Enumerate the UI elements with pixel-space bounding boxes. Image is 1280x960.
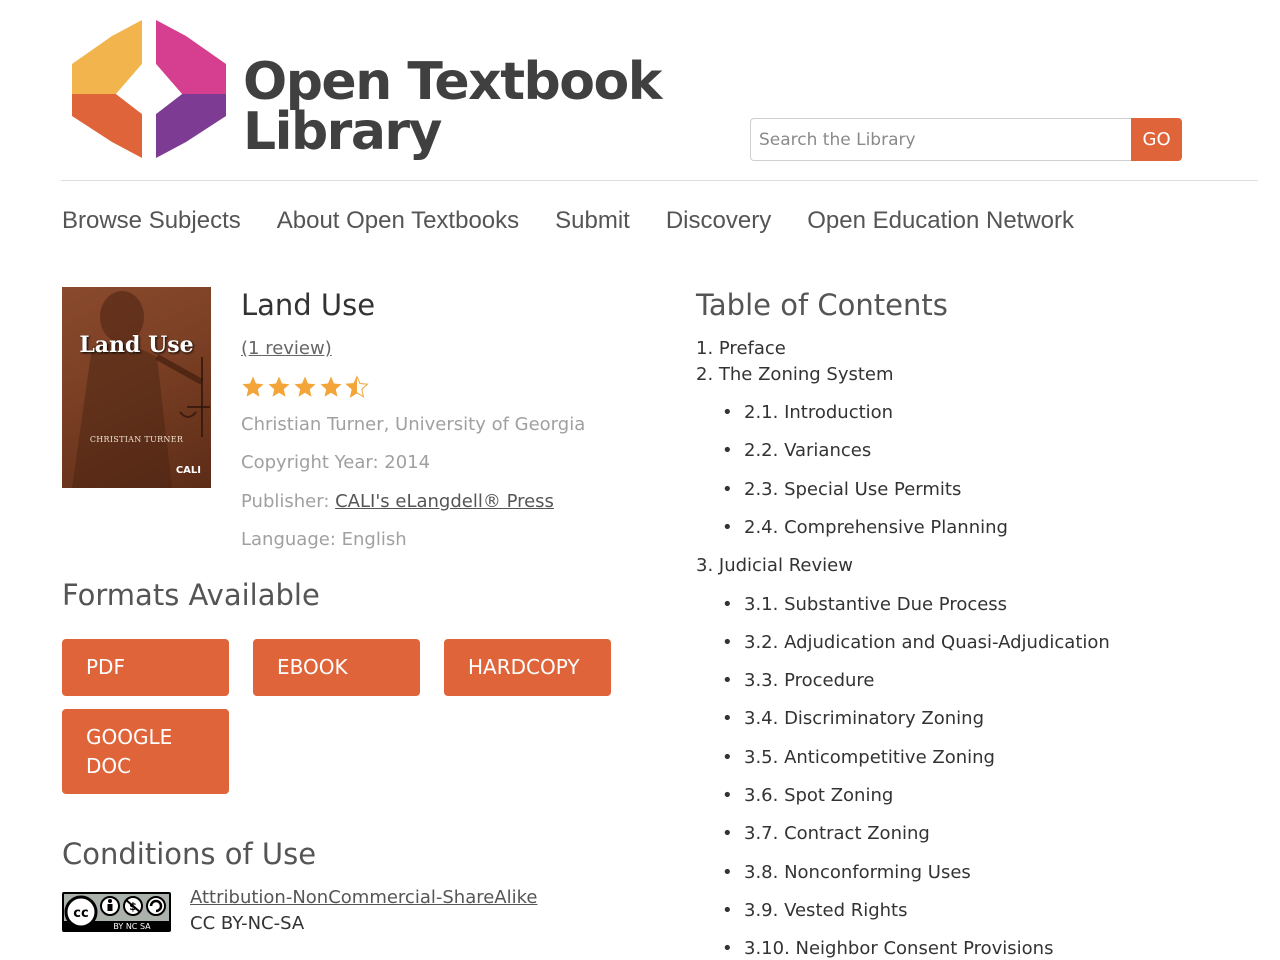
cc-badge-label: BY NC SA <box>113 922 151 931</box>
toc-subitem[interactable]: • 3.6. Spot Zoning <box>722 785 893 806</box>
toc-heading: Table of Contents <box>696 288 948 322</box>
toc-subitem[interactable]: • 2.3. Special Use Permits <box>722 479 961 500</box>
cover-author: CHRISTIAN TURNER <box>89 435 184 444</box>
logo-text: Open Textbook Library <box>243 52 662 162</box>
toc-subitem[interactable]: • 3.1. Substantive Due Process <box>722 594 1007 615</box>
toc-subitem-label: 2.1. Introduction <box>744 402 894 423</box>
toc-subitem-label: 2.3. Special Use Permits <box>744 479 962 500</box>
cover-publisher-logo: CALI <box>175 465 201 476</box>
toc-subitem-label: 3.8. Nonconforming Uses <box>744 862 971 883</box>
toc-subitem[interactable]: • 3.7. Contract Zoning <box>722 823 930 844</box>
toc-subitem-label: 3.4. Discriminatory Zoning <box>744 708 985 729</box>
toc-subitem-label: 3.3. Procedure <box>744 670 875 691</box>
bullet-icon: • <box>722 862 733 883</box>
toc-subitem[interactable]: • 3.3. Procedure <box>722 670 875 691</box>
toc-subitem[interactable]: • 2.4. Comprehensive Planning <box>722 517 1008 538</box>
bullet-icon: • <box>722 440 733 461</box>
cover-title: Land Use <box>79 332 194 358</box>
logo-line-2: Library <box>243 102 442 162</box>
logo-mark-icon <box>72 20 226 158</box>
main-nav: Browse Subjects About Open Textbooks Sub… <box>62 207 1074 235</box>
publisher-link[interactable]: CALI's eLangdell® Press <box>335 491 554 512</box>
publisher-label: Publisher: <box>241 491 336 512</box>
toc-subitem-label: 3.9. Vested Rights <box>744 900 908 921</box>
toc-item[interactable]: 2. The Zoning System <box>696 364 894 385</box>
nav-submit[interactable]: Submit <box>555 207 630 235</box>
format-ebook-button[interactable]: EBOOK <box>253 639 420 696</box>
license-link[interactable]: Attribution-NonCommercial-ShareAlike <box>190 887 537 908</box>
toc-item[interactable]: 1. Preface <box>696 338 786 359</box>
toc-subitem-label: 2.2. Variances <box>744 440 872 461</box>
logo-line-1: Open Textbook <box>243 52 662 112</box>
toc-subitem[interactable]: • 3.9. Vested Rights <box>722 900 908 921</box>
bullet-icon: • <box>722 402 733 423</box>
toc-subitem[interactable]: • 3.2. Adjudication and Quasi-Adjudicatio… <box>722 632 1110 653</box>
star-half-icon <box>345 375 369 398</box>
format-pdf-button[interactable]: PDF <box>62 639 229 696</box>
toc-item[interactable]: 3. Judicial Review <box>696 555 853 576</box>
toc-subitem-label: 3.6. Spot Zoning <box>744 785 894 806</box>
book-title: Land Use <box>241 288 376 322</box>
bullet-icon: • <box>722 670 733 691</box>
star-full-icon <box>268 376 290 397</box>
bullet-icon: • <box>722 900 733 921</box>
toc-subitem-label: 3.10. Neighbor Consent Provisions <box>744 938 1054 959</box>
search-form: GO <box>750 118 1182 161</box>
bullet-icon: • <box>722 632 733 653</box>
bullet-icon: • <box>722 594 733 615</box>
toc-subitem[interactable]: • 2.2. Variances <box>722 440 871 461</box>
nav-about-open-textbooks[interactable]: About Open Textbooks <box>277 207 519 235</box>
toc-subitem-label: 3.5. Anticompetitive Zoning <box>744 747 995 768</box>
nav-discovery[interactable]: Discovery <box>666 207 771 235</box>
toc-subitem[interactable]: • 3.5. Anticompetitive Zoning <box>722 747 995 768</box>
toc-subitem[interactable]: • 3.10. Neighbor Consent Provisions <box>722 938 1053 959</box>
format-google-doc-button[interactable]: GOOGLE DOC <box>62 709 229 794</box>
book-author: Christian Turner, University of Georgia <box>241 414 586 435</box>
star-full-icon <box>320 376 342 397</box>
cc-license-badge-icon[interactable]: cc $ BY NC SA <box>62 892 171 932</box>
toc-subitem[interactable]: • 3.4. Discriminatory Zoning <box>722 708 984 729</box>
bullet-icon: • <box>722 517 733 538</box>
publisher-line: Publisher: CALI's eLangdell® Press <box>241 491 554 512</box>
bullet-icon: • <box>722 938 733 959</box>
reviews-link[interactable]: (1 review) <box>241 338 332 359</box>
bullet-icon: • <box>722 708 733 729</box>
bullet-icon: • <box>722 823 733 844</box>
search-go-button[interactable]: GO <box>1131 118 1182 161</box>
toc-subitem-label: 3.7. Contract Zoning <box>744 823 930 844</box>
star-full-icon <box>242 376 264 397</box>
book-language: Language: English <box>241 529 407 550</box>
format-hardcopy-button[interactable]: HARDCOPY <box>444 639 611 696</box>
header-divider <box>61 180 1258 181</box>
lady-justice-illustration <box>72 291 210 488</box>
bullet-icon: • <box>722 747 733 768</box>
star-rating <box>241 375 369 399</box>
bullet-icon: • <box>722 479 733 500</box>
toc-subitem[interactable]: • 3.8. Nonconforming Uses <box>722 862 971 883</box>
svg-text:cc: cc <box>73 906 88 921</box>
toc-subitem-label: 3.1. Substantive Due Process <box>744 594 1008 615</box>
toc-subitem[interactable]: • 2.1. Introduction <box>722 402 893 423</box>
nav-open-education-network[interactable]: Open Education Network <box>807 207 1074 235</box>
formats-heading: Formats Available <box>62 578 320 612</box>
search-input[interactable] <box>750 118 1132 161</box>
copyright-year: Copyright Year: 2014 <box>241 452 431 473</box>
toc-subitem-label: 2.4. Comprehensive Planning <box>744 517 1008 538</box>
conditions-heading: Conditions of Use <box>62 837 317 871</box>
nav-browse-subjects[interactable]: Browse Subjects <box>62 207 241 235</box>
toc-subitem-label: 3.2. Adjudication and Quasi-Adjudication <box>744 632 1110 653</box>
book-cover: Land Use CHRISTIAN TURNER CALI <box>62 287 211 488</box>
star-full-icon <box>294 376 316 397</box>
bullet-icon: • <box>722 785 733 806</box>
license-code: CC BY-NC-SA <box>190 913 305 934</box>
